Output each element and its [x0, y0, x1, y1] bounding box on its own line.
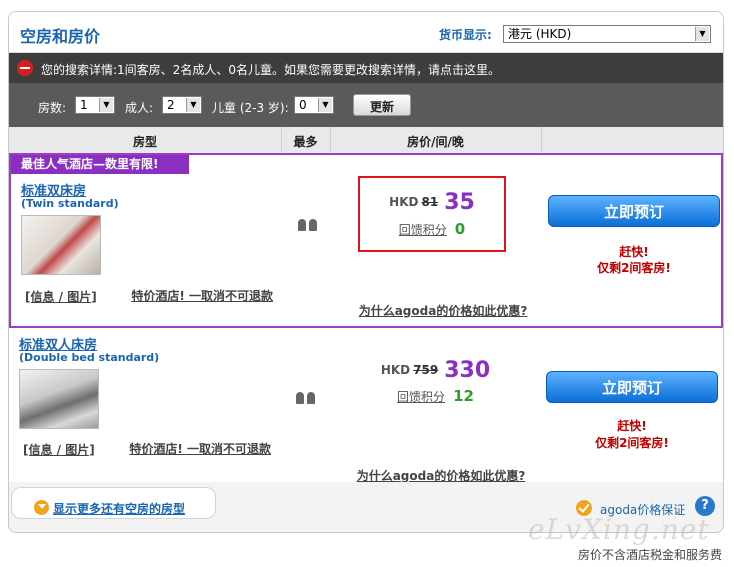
currency-value: 港元 (HKD): [508, 27, 572, 41]
search-details-bar[interactable]: 您的搜索详情:1间客房、2名成人、0名儿童。如果您需要更改搜索详情，请点击这里。: [9, 53, 723, 83]
adults-select[interactable]: 2 ▼: [162, 96, 202, 114]
rooms-left-notice: 仅剩2间客房!: [595, 436, 669, 450]
special-deal-link[interactable]: 特价酒店! 一取消不可退款: [123, 288, 273, 304]
update-button[interactable]: 更新: [353, 94, 411, 116]
points-value: 12: [453, 387, 474, 405]
currency-code: HKD: [389, 195, 419, 209]
dropdown-arrow-icon: ▼: [99, 98, 113, 112]
points-link[interactable]: 回馈积分: [397, 390, 445, 404]
original-price: 759: [413, 363, 439, 377]
price-line: HKD 81 35: [360, 190, 504, 215]
watermark: eLvXing.net: [528, 513, 710, 546]
header-max: 最多: [293, 135, 318, 149]
why-cheap-link[interactable]: 为什么agoda的价格如此优惠?: [343, 302, 543, 319]
points-value: 0: [454, 220, 466, 238]
chevron-down-icon[interactable]: [34, 500, 49, 515]
dropdown-arrow-icon: ▼: [186, 98, 200, 112]
room-english-name: (Double bed standard): [19, 351, 160, 364]
children-label: 儿童 (2-3 岁):: [212, 101, 289, 115]
room-photo[interactable]: [19, 369, 99, 429]
room-row: 最佳人气酒店—数里有限! 标准双床房 (Twin standard) [信息 /…: [9, 153, 723, 328]
room-photo[interactable]: [21, 215, 101, 275]
rooms-select[interactable]: 1 ▼: [75, 96, 115, 114]
search-details-text[interactable]: 您的搜索详情:1间客房、2名成人、0名儿童。如果您需要更改搜索详情，请点击这里。: [41, 61, 500, 78]
price-highlight-box: HKD 81 35 回馈积分 0: [358, 176, 506, 252]
adults-value: 2: [167, 98, 175, 112]
children-select[interactable]: 0 ▼: [294, 96, 334, 114]
rooms-label: 房数:: [38, 101, 67, 115]
panel-header: 空房和房价 货币显示: 港元 (HKD) ▼: [9, 12, 723, 53]
currency-select[interactable]: 港元 (HKD) ▼: [503, 25, 711, 43]
filter-bar: 房数: 1 ▼ 成人: 2 ▼ 儿童 (2-3 岁): 0 ▼ 更新: [9, 83, 723, 127]
points-line: 回馈积分 12: [330, 387, 541, 405]
info-photos-link[interactable]: [信息 / 图片]: [23, 441, 95, 458]
adults-label: 成人:: [125, 101, 154, 115]
header-room-type: 房型: [132, 135, 157, 149]
dropdown-arrow-icon: ▼: [695, 27, 709, 41]
promo-badge: 最佳人气酒店—数里有限!: [11, 155, 189, 174]
original-price: 81: [421, 195, 439, 209]
room-english-name: (Twin standard): [21, 197, 119, 210]
price-line: HKD 759 330: [330, 358, 541, 383]
availability-panel: 空房和房价 货币显示: 港元 (HKD) ▼ 您的搜索详情:1间客房、2名成人、…: [8, 11, 724, 533]
points-line: 回馈积分 0: [360, 220, 504, 238]
minus-circle-icon[interactable]: [17, 60, 33, 76]
special-deal-link[interactable]: 特价酒店! 一取消不可退款: [121, 441, 271, 457]
currency-label: 货币显示:: [439, 28, 492, 42]
two-people-icon: [298, 217, 318, 231]
room-row: 标准双人床房 (Double bed standard) [信息 / 图片] 特…: [9, 328, 723, 483]
rooms-left-notice: 仅剩2间客房!: [597, 261, 671, 275]
book-now-button[interactable]: 立即预订: [546, 371, 718, 403]
points-link[interactable]: 回馈积分: [399, 223, 447, 237]
discount-price: 330: [444, 358, 491, 383]
header-price: 房价/间/晚: [407, 135, 464, 149]
hurry-notice: 赶快!: [619, 245, 649, 259]
book-now-button[interactable]: 立即预订: [548, 195, 720, 227]
hurry-notice: 赶快!: [617, 419, 647, 433]
page-title: 空房和房价: [20, 27, 101, 46]
table-header: 房型 最多 房价/间/晚: [9, 127, 723, 154]
discount-price: 35: [444, 190, 475, 215]
currency-code: HKD: [380, 363, 411, 377]
show-more-rooms-link[interactable]: 显示更多还有空房的房型: [53, 500, 185, 517]
tax-note: 房价不含酒店税金和服务费: [577, 548, 722, 562]
dropdown-arrow-icon: ▼: [318, 98, 332, 112]
children-value: 0: [299, 98, 307, 112]
two-people-icon: [296, 390, 316, 404]
info-photos-link[interactable]: [信息 / 图片]: [25, 288, 97, 305]
rooms-value: 1: [80, 98, 88, 112]
